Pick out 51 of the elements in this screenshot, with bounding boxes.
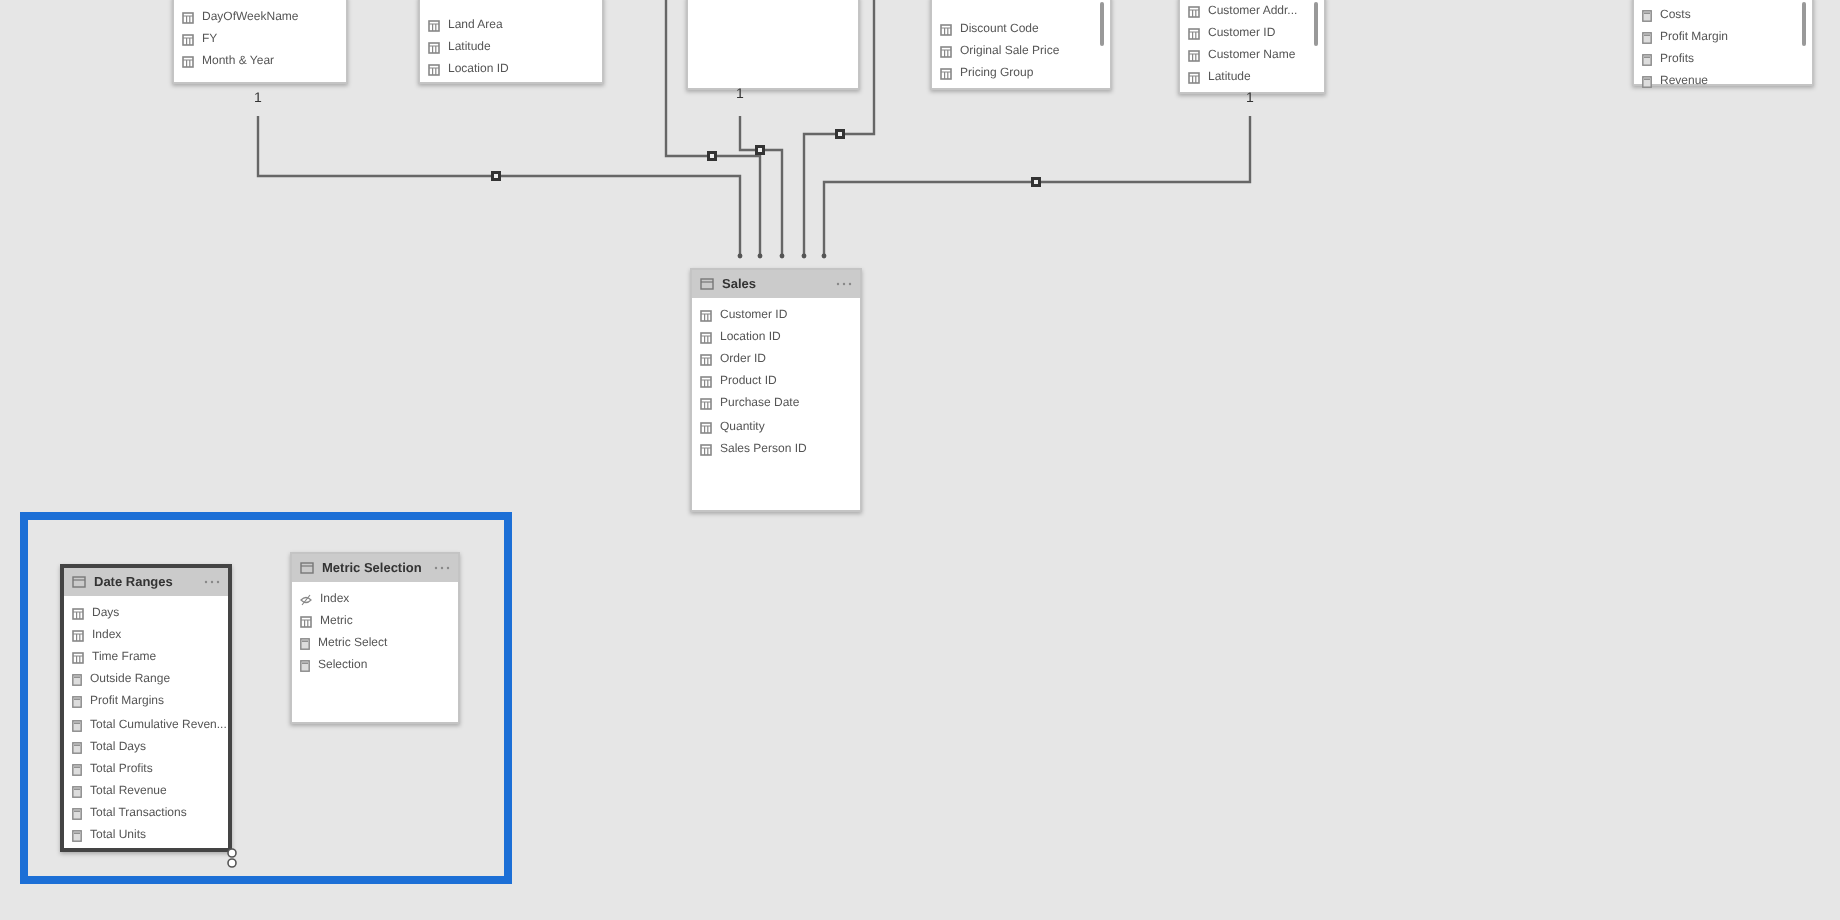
- calculator-icon: [72, 741, 82, 754]
- table-column-icon: [700, 398, 712, 411]
- table-column-icon: [1188, 72, 1200, 85]
- calculator-icon: [72, 719, 82, 732]
- table-column-icon: [940, 45, 952, 58]
- calculator-icon: [1642, 53, 1652, 66]
- calculator-icon: [1642, 31, 1652, 44]
- table-column-icon: [700, 331, 712, 344]
- calculator-icon: [72, 786, 82, 799]
- calculator-icon: [1642, 76, 1652, 89]
- table-column-icon: [700, 443, 712, 456]
- scrollbar[interactable]: [1314, 2, 1318, 46]
- calculator-icon: [72, 763, 82, 776]
- table-column-icon: [182, 11, 194, 24]
- relationship-line[interactable]: [821, 116, 1252, 259]
- table-column-icon: [182, 55, 194, 68]
- table-column-icon: [700, 309, 712, 322]
- table-column-icon: [72, 651, 84, 664]
- resize-handle-icon[interactable]: [226, 848, 238, 868]
- table-column-icon: [72, 629, 84, 642]
- table-column-icon: [182, 33, 194, 46]
- relationship-line[interactable]: [256, 116, 743, 259]
- calculator-icon: [1642, 9, 1652, 22]
- table-column-icon: [700, 353, 712, 366]
- table-column-icon: [428, 19, 440, 32]
- scrollbar[interactable]: [1100, 2, 1104, 46]
- calculator-icon: [72, 674, 82, 687]
- scrollbar[interactable]: [1802, 2, 1806, 46]
- table-column-icon: [940, 67, 952, 80]
- table-column-icon: [1188, 5, 1200, 18]
- relationship-line[interactable]: [801, 0, 876, 259]
- table-column-icon: [300, 615, 312, 628]
- table-column-icon: [1188, 27, 1200, 40]
- table-column-icon: [1188, 49, 1200, 62]
- table-column-icon: [940, 23, 952, 36]
- hidden-eye-icon: [300, 593, 312, 606]
- table-column-icon: [428, 63, 440, 76]
- table-icon: [300, 562, 314, 574]
- table-icon: [72, 576, 86, 588]
- relationship-line[interactable]: [738, 116, 785, 259]
- table-column-icon: [72, 607, 84, 620]
- table-column-icon: [428, 41, 440, 54]
- calculator-icon: [72, 830, 82, 843]
- calculator-icon: [72, 808, 82, 821]
- relationship-line[interactable]: [664, 0, 763, 259]
- calculator-icon: [300, 637, 310, 650]
- calculator-icon: [72, 696, 82, 709]
- table-icon: [700, 278, 714, 290]
- table-column-icon: [700, 376, 712, 389]
- table-column-icon: [700, 421, 712, 434]
- calculator-icon: [300, 660, 310, 673]
